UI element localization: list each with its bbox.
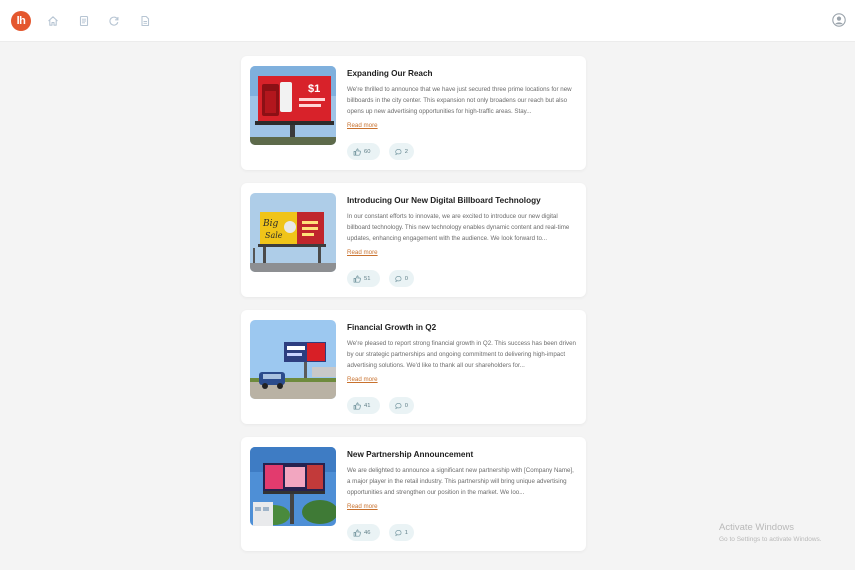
- post-title[interactable]: Introducing Our New Digital Billboard Te…: [347, 196, 579, 205]
- comment-button[interactable]: 0: [389, 270, 414, 287]
- document-icon[interactable]: [77, 14, 91, 28]
- svg-text:Big: Big: [262, 219, 278, 229]
- read-more-link[interactable]: Read more: [347, 249, 378, 256]
- post-card: Big Sale Introducing Our New Digital Bil…: [241, 183, 586, 297]
- like-button[interactable]: 41: [347, 397, 380, 414]
- like-button[interactable]: 46: [347, 524, 380, 541]
- post-title[interactable]: Expanding Our Reach: [347, 69, 579, 78]
- like-count: 46: [364, 529, 371, 536]
- like-button[interactable]: 51: [347, 270, 380, 287]
- comment-icon: [395, 402, 402, 409]
- watermark-title: Activate Windows: [719, 522, 794, 533]
- post-title[interactable]: Financial Growth in Q2: [347, 323, 579, 332]
- home-icon[interactable]: [46, 14, 60, 28]
- comment-button[interactable]: 1: [389, 524, 414, 541]
- like-count: 60: [364, 148, 371, 155]
- post-excerpt: We're pleased to report strong financial…: [347, 340, 576, 369]
- comment-count: 1: [404, 529, 408, 536]
- svg-text:Sale: Sale: [265, 231, 283, 240]
- comment-count: 2: [404, 148, 408, 155]
- billboard-image[interactable]: Big Sale: [250, 193, 336, 272]
- brand-logo[interactable]: lh: [11, 11, 31, 31]
- activate-windows-watermark: Activate Windows Go to Settings to activ…: [719, 522, 822, 543]
- comment-button[interactable]: 2: [389, 143, 414, 160]
- comment-button[interactable]: 0: [389, 397, 414, 414]
- billboard-image[interactable]: [250, 447, 336, 526]
- comment-count: 0: [404, 402, 408, 409]
- billboard-image[interactable]: $1: [250, 66, 336, 145]
- billboard-image[interactable]: [250, 320, 336, 399]
- like-button[interactable]: 60: [347, 143, 380, 160]
- comment-icon: [395, 148, 402, 155]
- comment-count: 0: [404, 275, 408, 282]
- top-navigation-bar: lh: [0, 0, 855, 42]
- refresh-icon[interactable]: [107, 14, 121, 28]
- svg-text:$1: $1: [308, 83, 320, 95]
- thumbs-up-icon: [353, 147, 361, 156]
- post-title[interactable]: New Partnership Announcement: [347, 450, 579, 459]
- watermark-subtitle: Go to Settings to activate Windows.: [719, 536, 822, 543]
- thumbs-up-icon: [353, 401, 361, 410]
- file-icon[interactable]: [138, 14, 152, 28]
- post-card: New Partnership Announcement We are deli…: [241, 437, 586, 551]
- post-excerpt: In our constant efforts to innovate, we …: [347, 213, 570, 242]
- like-count: 41: [364, 402, 371, 409]
- read-more-link[interactable]: Read more: [347, 503, 378, 510]
- thumbs-up-icon: [353, 274, 361, 283]
- read-more-link[interactable]: Read more: [347, 376, 378, 383]
- post-card: Financial Growth in Q2 We're pleased to …: [241, 310, 586, 424]
- thumbs-up-icon: [353, 528, 361, 537]
- comment-icon: [395, 529, 402, 536]
- post-excerpt: We are delighted to announce a significa…: [347, 467, 574, 496]
- user-circle-icon[interactable]: [832, 13, 846, 27]
- like-count: 51: [364, 275, 371, 282]
- comment-icon: [395, 275, 402, 282]
- post-excerpt: We're thrilled to announce that we have …: [347, 86, 572, 115]
- read-more-link[interactable]: Read more: [347, 122, 378, 129]
- post-card: $1 Expanding Our Reach We're thrilled to…: [241, 56, 586, 170]
